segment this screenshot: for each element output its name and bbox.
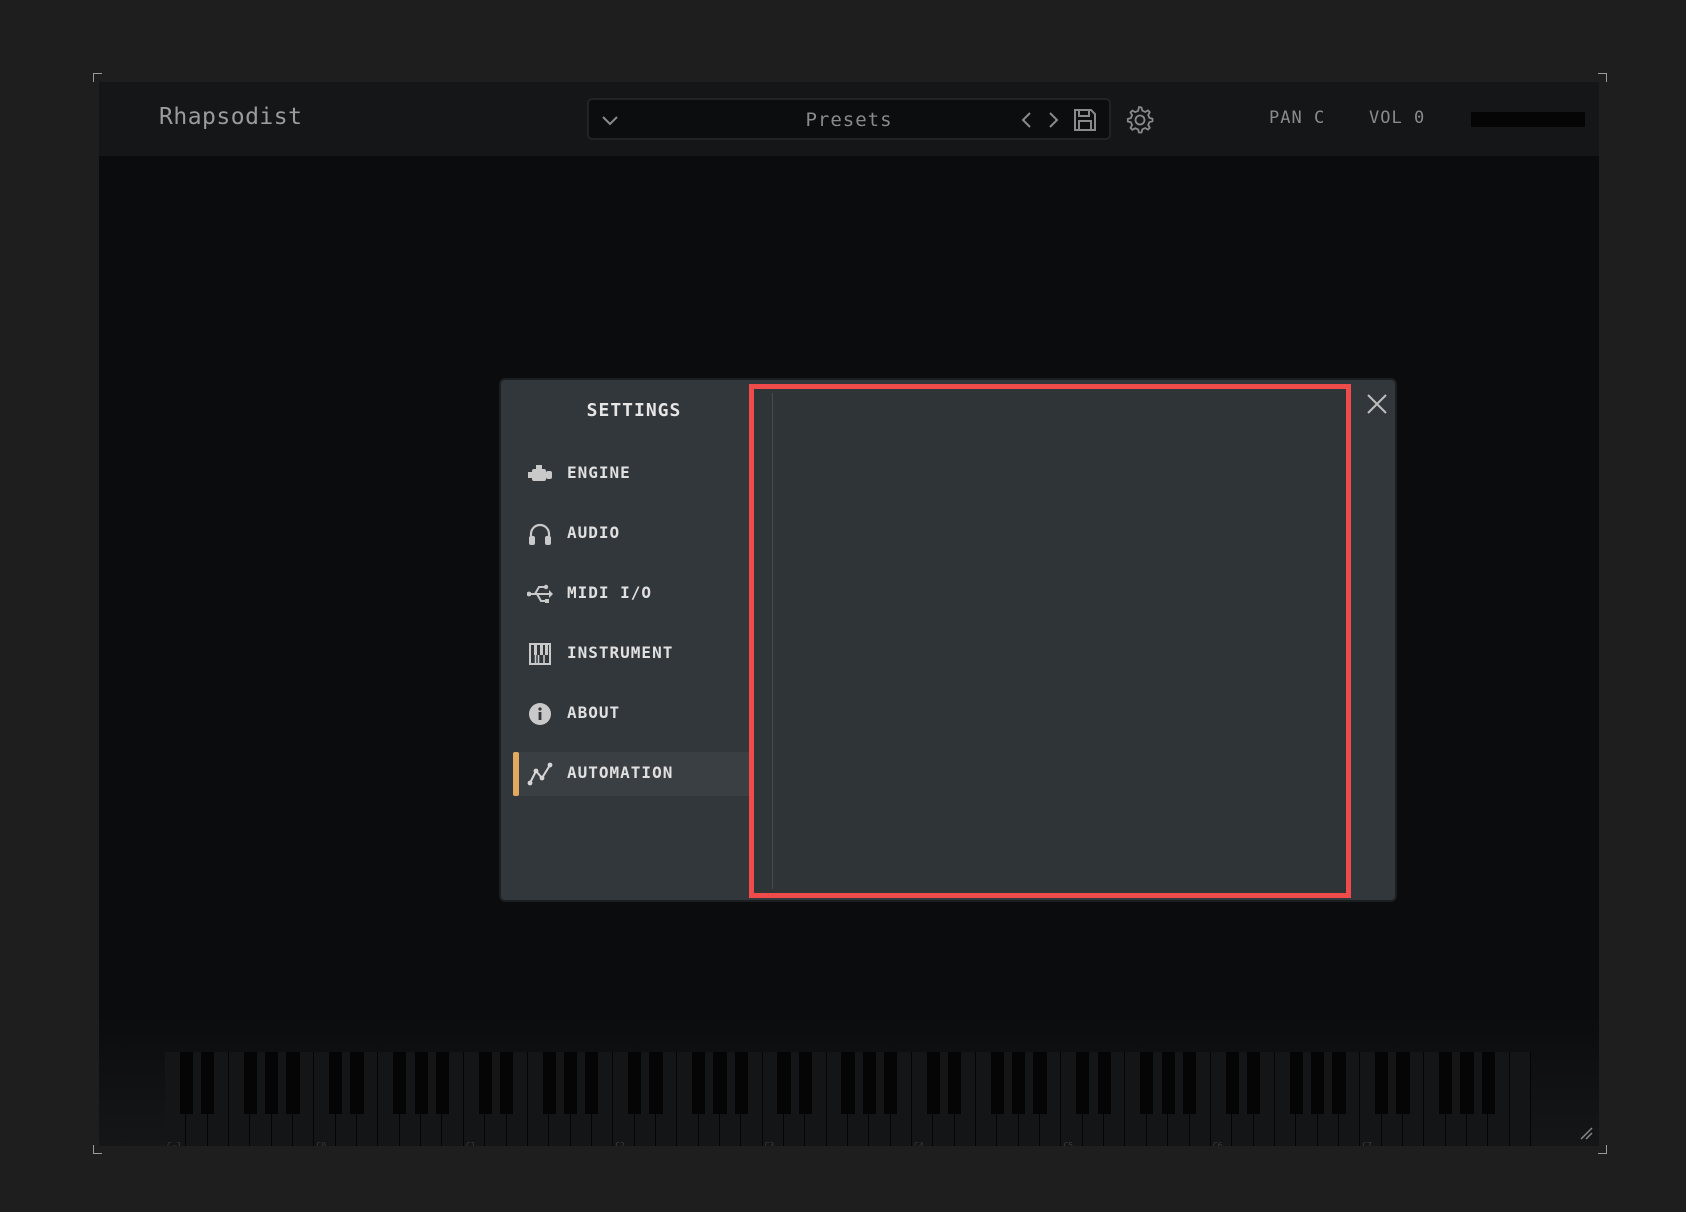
piano-black-key[interactable] [414,1052,428,1114]
chevron-right-icon[interactable] [1043,109,1063,131]
piano-black-key[interactable] [627,1052,642,1114]
piano-black-key[interactable] [1161,1052,1175,1114]
preset-selector[interactable]: Presets [587,98,1111,140]
piano-black-key[interactable] [1460,1052,1474,1114]
piano-black-key[interactable] [990,1052,1004,1114]
app-title: Rhapsodist [159,104,303,130]
octave-label: C4 [914,1141,924,1146]
frame-corner-top-right [1598,73,1607,82]
piano-black-key[interactable] [734,1052,748,1114]
piano-black-key[interactable] [1374,1052,1389,1114]
automation-icon [527,762,553,786]
piano-black-key[interactable] [777,1052,791,1114]
piano-black-key[interactable] [798,1052,812,1114]
piano-black-key[interactable] [841,1052,855,1114]
menu-item-about[interactable]: ABOUT [513,692,749,736]
piano-black-key[interactable] [1332,1052,1346,1114]
frame-corner-bottom-left [93,1145,102,1154]
piano-black-key[interactable] [585,1052,599,1114]
piano-black-key[interactable] [1140,1052,1154,1114]
piano-black-key[interactable] [435,1052,450,1114]
frame-corner-bottom-right [1598,1145,1607,1154]
piano-black-key[interactable] [201,1052,215,1114]
headphones-icon [529,523,551,545]
piano-black-key[interactable] [393,1052,407,1114]
piano-black-key[interactable] [1097,1052,1111,1114]
octave-label: C-1 [167,1141,182,1146]
piano-black-key[interactable] [862,1052,876,1114]
gear-icon[interactable] [1124,104,1154,134]
piano-black-key[interactable] [1396,1052,1410,1114]
close-icon[interactable] [1365,392,1389,416]
header-bar: Rhapsodist Presets PAN C VOL 0 [99,82,1599,156]
piano-black-key[interactable] [286,1052,300,1114]
settings-title: SETTINGS [586,400,682,421]
pan-readout[interactable]: PAN C [1269,108,1325,128]
menu-item-label: INSTRUMENT [567,643,674,662]
menu-item-automation[interactable]: AUTOMATION [513,752,749,796]
piano-black-key[interactable] [1076,1052,1090,1114]
piano-keyboard[interactable]: C-1 C0 C1 C2 C3 C4 C5 C6 C7 [165,1052,1531,1146]
octave-label: C7 [1362,1141,1372,1146]
piano-icon [529,643,551,665]
piano-black-key[interactable] [884,1052,898,1114]
piano-black-key[interactable] [243,1052,257,1114]
piano-black-key[interactable] [478,1052,492,1114]
piano-black-key[interactable] [649,1052,663,1114]
menu-item-label: MIDI I/O [567,583,653,602]
menu-item-audio[interactable]: AUDIO [513,512,749,556]
content-divider [772,393,773,889]
menu-item-midi-io[interactable]: MIDI I/O [513,572,749,616]
piano-black-key[interactable] [1182,1052,1197,1114]
frame-corner-top-left [93,73,102,82]
piano-black-key[interactable] [499,1052,514,1114]
level-meter [1471,112,1585,127]
octave-label: C6 [1212,1141,1223,1146]
piano-black-key[interactable] [691,1052,706,1114]
piano-black-key[interactable] [563,1052,578,1114]
keyboard-area: C-1 C0 C1 C2 C3 C4 C5 C6 C7 [99,1012,1599,1146]
piano-black-key[interactable] [926,1052,940,1114]
piano-black-key[interactable] [1225,1052,1239,1114]
settings-dialog: SETTINGS ENGINE AUDIO MIDI I/O INSTRUMEN… [499,378,1397,902]
piano-black-key[interactable] [329,1052,343,1114]
octave-label: C5 [1063,1141,1074,1146]
octave-label: C3 [764,1141,775,1146]
menu-item-instrument[interactable]: INSTRUMENT [513,632,749,676]
resize-grip-icon[interactable] [1579,1126,1593,1140]
menu-item-label: AUTOMATION [567,763,674,782]
octave-label: C1 [465,1141,476,1146]
octave-label: C0 [316,1141,327,1146]
piano-black-key[interactable] [1033,1052,1047,1114]
info-icon [529,703,551,725]
engine-icon [528,465,552,481]
piano-black-key[interactable] [713,1052,727,1114]
settings-sidebar: SETTINGS ENGINE AUDIO MIDI I/O INSTRUMEN… [501,380,749,900]
piano-white-key[interactable] [1509,1052,1531,1146]
piano-black-key[interactable] [350,1052,364,1114]
usb-icon [527,584,553,603]
menu-item-label: ABOUT [567,703,621,722]
menu-item-label: AUDIO [567,523,621,542]
piano-black-key[interactable] [1289,1052,1303,1114]
active-indicator [513,752,519,796]
chevron-left-icon[interactable] [1017,109,1037,131]
piano-black-key[interactable] [1310,1052,1325,1114]
plugin-window: Rhapsodist Presets PAN C VOL 0 C-1 C0 C1… [99,82,1599,1146]
menu-item-label: ENGINE [567,463,631,482]
piano-black-key[interactable] [1481,1052,1495,1114]
piano-black-key[interactable] [542,1052,556,1114]
piano-black-key[interactable] [1246,1052,1261,1114]
piano-black-key[interactable] [1012,1052,1026,1114]
piano-black-key[interactable] [1439,1052,1453,1114]
octave-label: C2 [615,1141,625,1146]
automation-content-panel [749,384,1351,898]
save-icon[interactable] [1072,107,1098,133]
vol-readout[interactable]: VOL 0 [1369,108,1425,128]
piano-black-key[interactable] [948,1052,962,1114]
piano-black-key[interactable] [265,1052,279,1114]
menu-item-engine[interactable]: ENGINE [513,452,749,496]
piano-black-key[interactable] [179,1052,193,1114]
